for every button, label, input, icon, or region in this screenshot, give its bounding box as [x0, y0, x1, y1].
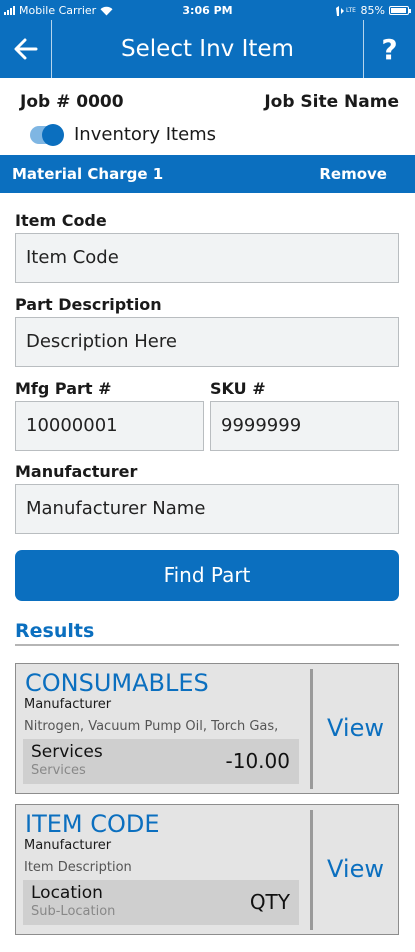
item-code-field[interactable]: Item Code: [15, 233, 399, 283]
view-button[interactable]: View: [313, 664, 398, 793]
back-button[interactable]: [0, 20, 52, 78]
job-info-row: Job # 0000 Job Site Name: [20, 92, 399, 112]
part-description-field[interactable]: Description Here: [15, 317, 399, 367]
result-description: Nitrogen, Vacuum Pump Oil, Torch Gas,: [24, 719, 279, 734]
help-icon: ?: [381, 32, 398, 66]
material-charge-title: Material Charge 1: [12, 165, 164, 183]
result-card: ITEM CODE Manufacturer Item Description …: [15, 804, 399, 935]
help-button[interactable]: ?: [363, 20, 415, 78]
mfg-part-field[interactable]: 10000001: [15, 401, 204, 451]
result-location-box: Services Services -10.00: [23, 739, 299, 784]
manufacturer-field[interactable]: Manufacturer Name: [15, 484, 399, 534]
battery-percent: 85%: [360, 4, 385, 17]
results-heading: Results: [15, 620, 95, 642]
result-manufacturer: Manufacturer: [24, 697, 112, 712]
result-location-box: Location Sub-Location QTY: [23, 880, 299, 925]
inventory-items-toggle[interactable]: [30, 123, 64, 146]
inventory-items-label: Inventory Items: [74, 124, 217, 145]
page-title: Select Inv Item: [121, 36, 294, 62]
mfg-part-label: Mfg Part #: [15, 379, 112, 398]
part-description-label: Part Description: [15, 295, 162, 314]
remove-button[interactable]: Remove: [319, 165, 387, 183]
toggle-knob: [42, 123, 64, 146]
view-button[interactable]: View: [313, 805, 398, 934]
result-title: CONSUMABLES: [25, 669, 209, 697]
result-card: CONSUMABLES Manufacturer Nitrogen, Vacuu…: [15, 663, 399, 794]
inventory-toggle-row: Inventory Items: [30, 123, 217, 146]
nav-bar: Select Inv Item ?: [0, 20, 415, 78]
item-code-label: Item Code: [15, 211, 107, 230]
back-arrow-icon: [14, 38, 37, 60]
result-sublocation: Sub-Location: [31, 904, 116, 919]
material-charge-header: Material Charge 1 Remove: [0, 155, 415, 193]
result-quantity: -10.00: [225, 749, 290, 773]
status-bar: Mobile Carrier 3:06 PM LTE 85%: [0, 0, 415, 20]
svg-text:LTE: LTE: [346, 7, 356, 14]
results-divider: [15, 644, 399, 646]
result-quantity: QTY: [249, 890, 290, 914]
result-sublocation: Services: [31, 763, 86, 778]
battery-icon: [389, 6, 411, 15]
lte-signal-icon: LTE: [335, 5, 356, 16]
find-part-button[interactable]: Find Part: [15, 550, 399, 601]
result-title: ITEM CODE: [25, 810, 160, 838]
job-site-name: Job Site Name: [264, 92, 399, 112]
job-number: Job # 0000: [20, 92, 124, 112]
sku-label: SKU #: [210, 379, 266, 398]
result-manufacturer: Manufacturer: [24, 838, 112, 853]
result-location: Location: [31, 883, 103, 903]
result-location: Services: [31, 742, 103, 762]
manufacturer-label: Manufacturer: [15, 462, 138, 481]
result-description: Item Description: [24, 860, 132, 875]
sku-field[interactable]: 9999999: [210, 401, 399, 451]
